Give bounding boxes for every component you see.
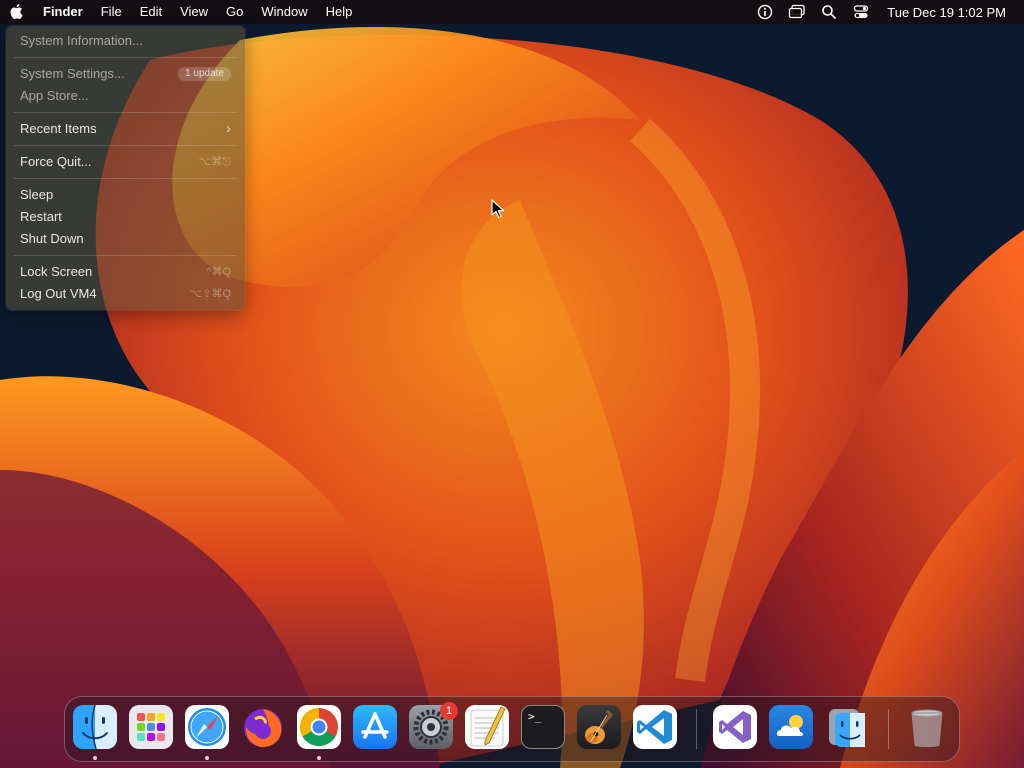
safari-icon[interactable]	[185, 705, 229, 749]
running-indicator	[317, 756, 321, 760]
running-indicator	[205, 756, 209, 760]
screen-mirroring-icon[interactable]	[786, 0, 808, 24]
menu-item-system-information[interactable]: System Information...	[20, 31, 231, 51]
keyboard-shortcut: ^⌘Q	[206, 266, 231, 278]
menu-bar-clock[interactable]: Tue Dec 19 1:02 PM	[877, 5, 1024, 20]
terminal-icon[interactable]: >_	[521, 705, 565, 749]
visual-studio-icon[interactable]	[713, 705, 757, 749]
menu-separator	[14, 255, 237, 256]
terminal-prompt: >_	[528, 710, 542, 723]
menu-bar-status-area: Tue Dec 19 1:02 PM	[749, 0, 1024, 24]
trash-icon[interactable]	[905, 705, 949, 749]
notification-badge: 1	[440, 702, 458, 720]
finder-icon[interactable]	[73, 705, 117, 749]
dock-separator	[888, 709, 889, 749]
menu-item-label: System Settings...	[20, 66, 125, 81]
apple-menu-dropdown: System Information... System Settings...…	[6, 26, 245, 310]
launchpad-icon[interactable]	[129, 705, 173, 749]
keyboard-shortcut: ⌥⌘⎋	[198, 156, 231, 168]
spotlight-search-icon[interactable]	[818, 0, 840, 24]
info-icon[interactable]	[754, 0, 776, 24]
menu-item-log-out[interactable]: Log Out VM4 ⌥⇧⌘Q	[20, 284, 231, 304]
finder-folder-icon[interactable]	[825, 705, 869, 749]
running-indicator	[93, 756, 97, 760]
apple-logo-icon	[10, 4, 23, 20]
menu-view[interactable]: View	[171, 0, 217, 24]
menu-bar: Finder File Edit View Go Window Help Tue…	[0, 0, 1024, 24]
menu-item-label: Lock Screen	[20, 264, 93, 279]
menu-item-label: System Information...	[20, 33, 143, 48]
menu-finder[interactable]: Finder	[34, 0, 92, 24]
menu-item-restart[interactable]: Restart	[20, 207, 231, 227]
menu-file[interactable]: File	[92, 0, 131, 24]
menu-item-label: Restart	[20, 209, 62, 224]
firefox-icon[interactable]	[241, 705, 285, 749]
menu-item-lock-screen[interactable]: Lock Screen ^⌘Q	[20, 262, 231, 282]
menu-window[interactable]: Window	[252, 0, 316, 24]
chrome-icon[interactable]	[297, 705, 341, 749]
apple-menu-button[interactable]	[0, 0, 34, 24]
control-center-icon[interactable]	[850, 0, 872, 24]
menu-separator	[14, 112, 237, 113]
weather-icon[interactable]	[769, 705, 813, 749]
menu-separator	[14, 145, 237, 146]
menu-item-system-settings[interactable]: System Settings... 1 update	[20, 64, 231, 84]
menu-item-app-store[interactable]: App Store...	[20, 86, 231, 106]
update-badge: 1 update	[178, 67, 231, 81]
menu-item-label: Log Out VM4	[20, 286, 97, 301]
dock-separator	[696, 709, 697, 749]
menu-item-label: App Store...	[20, 88, 89, 103]
menu-help[interactable]: Help	[317, 0, 362, 24]
vscode-icon[interactable]	[633, 705, 677, 749]
menu-item-label: Force Quit...	[20, 154, 92, 169]
menu-separator	[14, 57, 237, 58]
menu-item-recent-items[interactable]: Recent Items ›	[20, 119, 231, 139]
menu-item-shut-down[interactable]: Shut Down	[20, 229, 231, 249]
menu-go[interactable]: Go	[217, 0, 252, 24]
menu-edit[interactable]: Edit	[131, 0, 171, 24]
textedit-icon[interactable]	[465, 705, 509, 749]
garageband-icon[interactable]	[577, 705, 621, 749]
menu-item-force-quit[interactable]: Force Quit... ⌥⌘⎋	[20, 152, 231, 172]
menu-separator	[14, 178, 237, 179]
menu-item-sleep[interactable]: Sleep	[20, 185, 231, 205]
keyboard-shortcut: ⌥⇧⌘Q	[189, 288, 231, 300]
chevron-right-icon: ›	[226, 120, 231, 137]
menu-item-label: Recent Items	[20, 121, 97, 136]
menu-item-label: Sleep	[20, 187, 54, 202]
app-store-icon[interactable]	[353, 705, 397, 749]
dock: 1 >_	[64, 696, 960, 762]
menu-item-label: Shut Down	[20, 231, 84, 246]
mouse-pointer-icon	[491, 199, 505, 219]
